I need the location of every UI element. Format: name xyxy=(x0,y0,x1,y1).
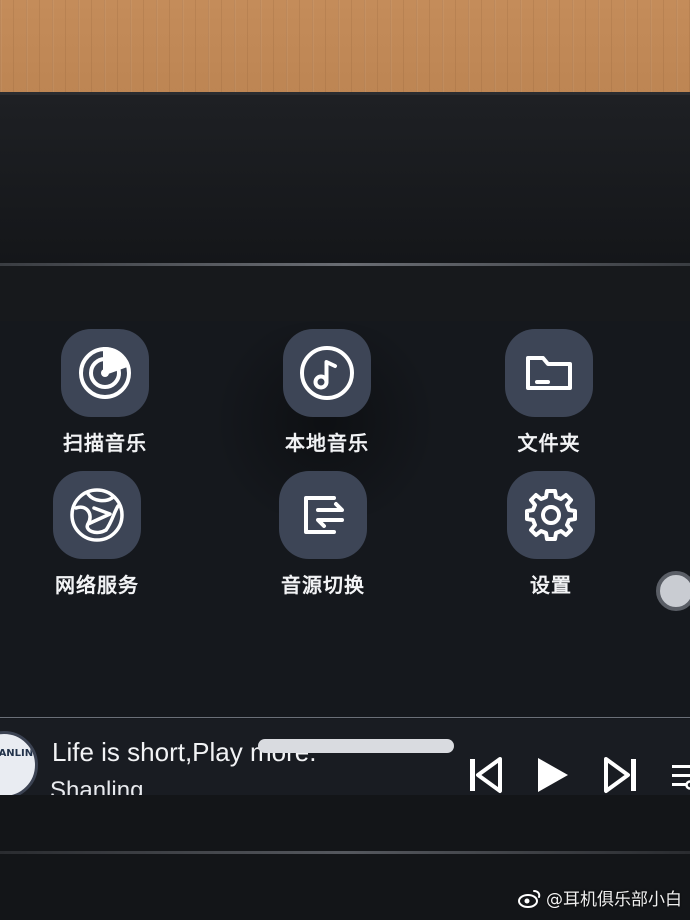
next-track-button[interactable] xyxy=(600,755,640,795)
globe-network-icon xyxy=(53,471,141,559)
player-divider xyxy=(0,717,690,718)
weibo-icon xyxy=(518,889,541,908)
album-logo-text: SHANLING xyxy=(0,748,35,759)
app-settings[interactable]: 设置 xyxy=(486,471,616,598)
play-icon xyxy=(538,758,568,792)
floating-assistive-button[interactable] xyxy=(656,571,690,611)
photo-scene: 扫描音乐 本地音乐 文件夹 网络服务 音源切换 设置 ANLIN Life is… xyxy=(0,0,690,920)
music-note-icon xyxy=(283,329,371,417)
app-label: 音源切换 xyxy=(281,573,365,597)
app-network-services[interactable]: 网络服务 xyxy=(32,471,162,598)
skip-next-icon xyxy=(604,757,636,793)
device-screen: 扫描音乐 本地音乐 文件夹 网络服务 音源切换 设置 ANLIN Life is… xyxy=(0,321,690,819)
app-source-switch[interactable]: 音源切换 xyxy=(258,471,388,598)
device-top-bezel xyxy=(0,95,690,265)
source-switch-icon xyxy=(279,471,367,559)
watermark-text: @耳机俱乐部小白 xyxy=(546,890,682,910)
app-label: 文件夹 xyxy=(517,431,581,455)
playlist-icon xyxy=(672,765,690,790)
album-art[interactable]: SHANLING xyxy=(0,731,38,799)
folder-icon xyxy=(505,329,593,417)
wood-table xyxy=(0,0,690,100)
app-label: 本地音乐 xyxy=(285,431,369,455)
app-label: 网络服务 xyxy=(55,573,139,597)
scan-radar-icon xyxy=(61,329,149,417)
weibo-watermark: @耳机俱乐部小白 xyxy=(518,885,682,910)
skip-previous-icon xyxy=(470,757,502,793)
bezel-edge-line xyxy=(0,851,690,854)
previous-track-button[interactable] xyxy=(466,755,506,795)
play-button[interactable] xyxy=(532,755,572,795)
app-local-music[interactable]: 本地音乐 xyxy=(262,329,392,456)
music-player-device: 扫描音乐 本地音乐 文件夹 网络服务 音源切换 设置 ANLIN Life is… xyxy=(0,92,690,920)
app-label: 设置 xyxy=(530,573,572,597)
app-folder[interactable]: 文件夹 xyxy=(484,329,614,456)
gear-icon xyxy=(507,471,595,559)
playlist-button[interactable] xyxy=(666,755,690,795)
app-label: 扫描音乐 xyxy=(63,431,147,455)
bezel-edge-line xyxy=(0,263,690,266)
app-scan-music[interactable]: 扫描音乐 xyxy=(40,329,170,456)
home-indicator-bar[interactable] xyxy=(258,739,454,753)
